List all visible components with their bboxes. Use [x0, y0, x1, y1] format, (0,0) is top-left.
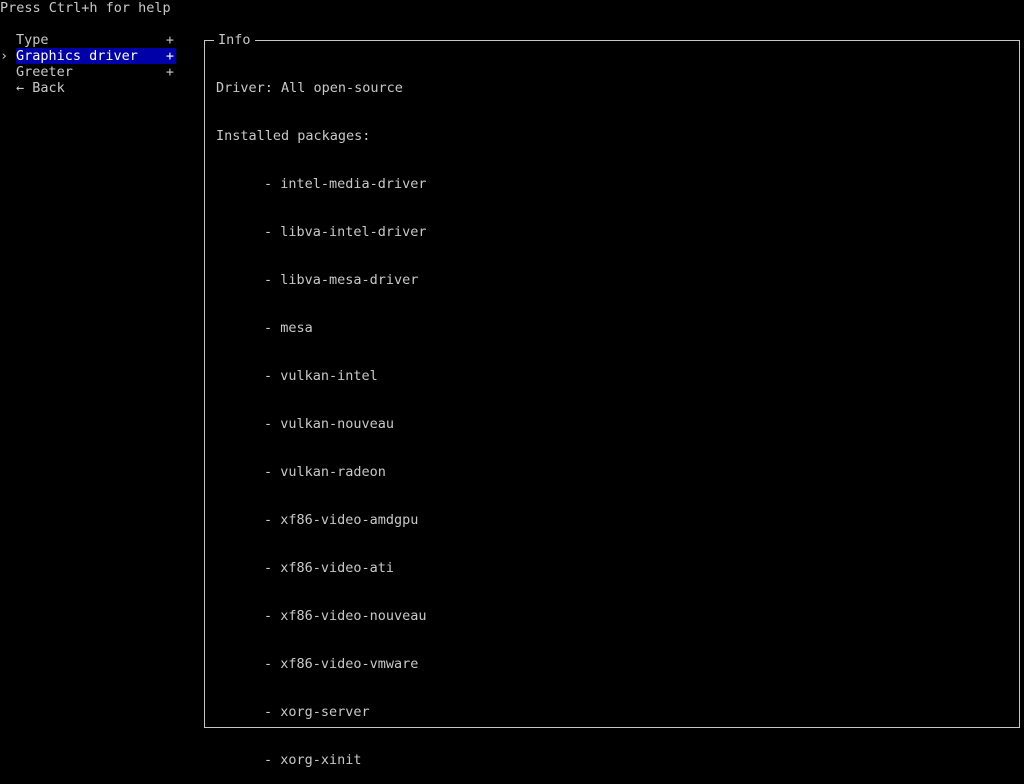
menu-item-label-box: Greeter + [16, 64, 176, 80]
menu-item-label-box: Type + [16, 32, 176, 48]
menu-item-label: Graphics driver [16, 48, 138, 64]
menu-item-back[interactable]: ← Back [0, 80, 184, 96]
package-item: - xf86-video-ati [264, 560, 395, 576]
package-item: - vulkan-radeon [264, 464, 386, 480]
menu-item-label: Greeter [16, 64, 73, 80]
selection-cursor-icon: › [0, 48, 9, 64]
package-item: - intel-media-driver [264, 176, 427, 192]
package-item: - xorg-xinit [264, 752, 362, 768]
info-content: Driver: All open-source Installed packag… [216, 48, 427, 784]
expand-icon: + [165, 64, 174, 80]
installed-packages-label: Installed packages: [216, 128, 371, 144]
package-item: - xf86-video-vmware [264, 656, 419, 672]
info-panel-title: Info [214, 32, 255, 48]
settings-menu: Type + › Graphics driver + Greeter + ← B… [0, 32, 184, 96]
back-label: ← Back [16, 80, 65, 96]
package-item: - xorg-server [264, 704, 370, 720]
menu-item-graphics-driver[interactable]: › Graphics driver + [0, 48, 184, 64]
menu-item-label: Type [16, 32, 49, 48]
menu-item-greeter[interactable]: Greeter + [0, 64, 184, 80]
help-hint: Press Ctrl+h for help [0, 0, 171, 16]
package-item: - mesa [264, 320, 313, 336]
menu-item-type[interactable]: Type + [0, 32, 184, 48]
expand-icon: + [165, 32, 174, 48]
package-item: - xf86-video-nouveau [264, 608, 427, 624]
menu-item-label-box: ← Back [16, 80, 176, 96]
package-item: - libva-mesa-driver [264, 272, 419, 288]
menu-item-label-box: Graphics driver + [16, 48, 176, 64]
package-item: - vulkan-intel [264, 368, 378, 384]
driver-line: Driver: All open-source [216, 80, 403, 96]
package-item: - libva-intel-driver [264, 224, 427, 240]
package-item: - xf86-video-amdgpu [264, 512, 419, 528]
package-item: - vulkan-nouveau [264, 416, 395, 432]
expand-icon: + [165, 48, 174, 64]
